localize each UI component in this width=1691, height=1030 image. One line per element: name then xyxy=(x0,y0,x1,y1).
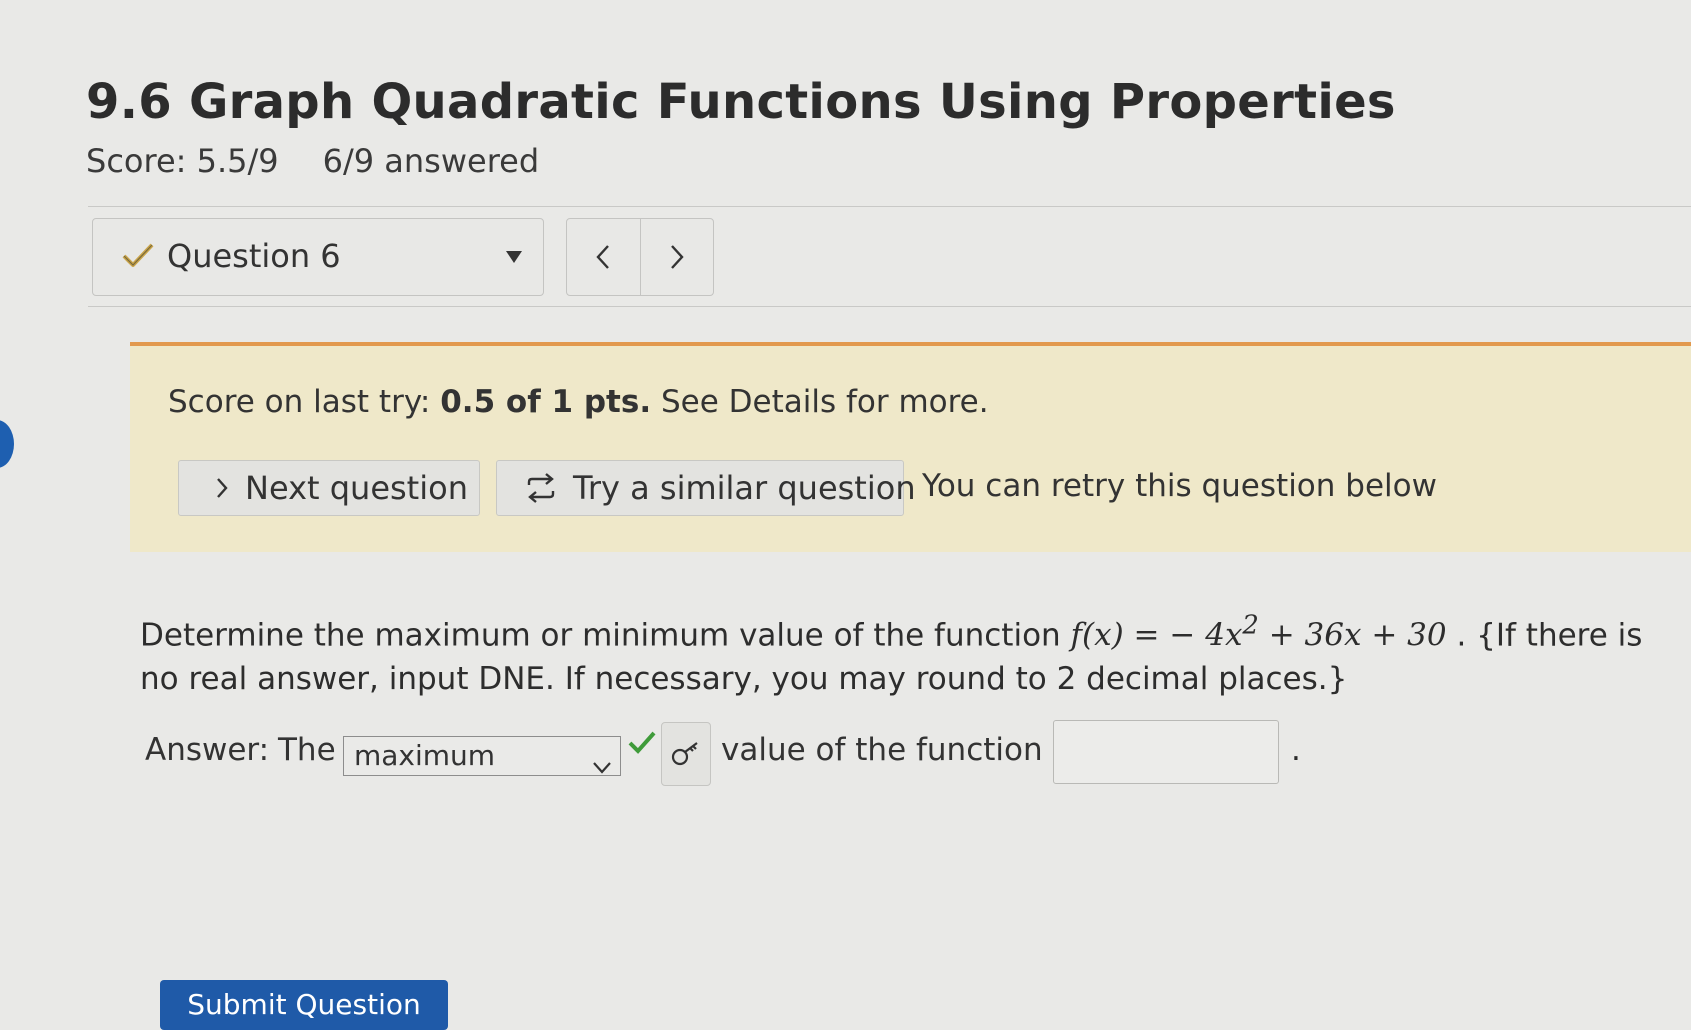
max-min-select[interactable]: maximum xyxy=(343,736,621,776)
function-expression: f(x) = − 4x2 + 36x + 30 xyxy=(1070,611,1447,654)
next-question-arrow-button[interactable] xyxy=(639,219,714,295)
function-name: f(x) xyxy=(1070,617,1124,654)
retry-message: You can retry this question below xyxy=(922,468,1437,504)
current-question-label: Question 6 xyxy=(167,237,341,275)
prompt-text-start: Determine the maximum or minimum value o… xyxy=(140,617,1071,654)
divider xyxy=(88,306,1691,307)
last-try-score: Score on last try: 0.5 of 1 pts. See Det… xyxy=(168,384,989,420)
score-prefix: Score on last try: xyxy=(168,384,441,420)
caret-down-icon xyxy=(505,249,523,268)
divider xyxy=(88,206,1691,207)
next-question-label: Next question xyxy=(245,469,468,507)
the-label: The xyxy=(278,732,336,768)
select-value: maximum xyxy=(354,739,496,772)
sentence-period: . xyxy=(1291,732,1301,768)
score-value: 0.5 of 1 pts. xyxy=(440,384,652,420)
score-text: Score: 5.5/9 xyxy=(86,142,279,180)
function-rest: + 36x + 30 xyxy=(1258,617,1447,654)
exponent: 2 xyxy=(1242,611,1259,641)
value-text: value of the function is xyxy=(721,732,1078,768)
next-question-button[interactable]: Next question xyxy=(178,460,480,516)
checkmark-icon xyxy=(121,241,155,273)
answer-label: Answer: xyxy=(145,732,270,768)
question-nav xyxy=(566,218,714,296)
page-title: 9.6 Graph Quadratic Functions Using Prop… xyxy=(86,74,1396,130)
chevron-down-icon xyxy=(592,747,612,785)
chevron-right-icon xyxy=(215,477,229,499)
score-suffix: See Details for more. xyxy=(651,384,989,420)
try-similar-button[interactable]: Try a similar question xyxy=(496,460,916,516)
key-icon-button[interactable] xyxy=(661,722,711,786)
answer-row: Answer: The maximum value of the functio… xyxy=(145,720,1685,792)
side-tab[interactable] xyxy=(0,420,14,468)
chevron-left-icon xyxy=(596,245,610,269)
score-summary: Score: 5.5/9 6/9 answered xyxy=(86,142,539,180)
answered-count: 6/9 answered xyxy=(322,142,540,180)
answer-input[interactable] xyxy=(1053,720,1279,784)
repeat-icon xyxy=(525,473,557,503)
try-similar-label: Try a similar question xyxy=(573,469,916,507)
score-notice: Score on last try: 0.5 of 1 pts. See Det… xyxy=(130,342,1691,552)
submit-question-button[interactable]: Submit Question xyxy=(160,980,448,1030)
chevron-right-icon xyxy=(670,245,684,269)
function-term: = − 4x xyxy=(1123,617,1243,654)
prev-question-button[interactable] xyxy=(567,219,640,295)
key-icon xyxy=(671,742,698,766)
question-selector[interactable]: Question 6 xyxy=(92,218,544,296)
correct-check-icon xyxy=(627,730,657,760)
question-prompt: Determine the maximum or minimum value o… xyxy=(140,604,1670,701)
